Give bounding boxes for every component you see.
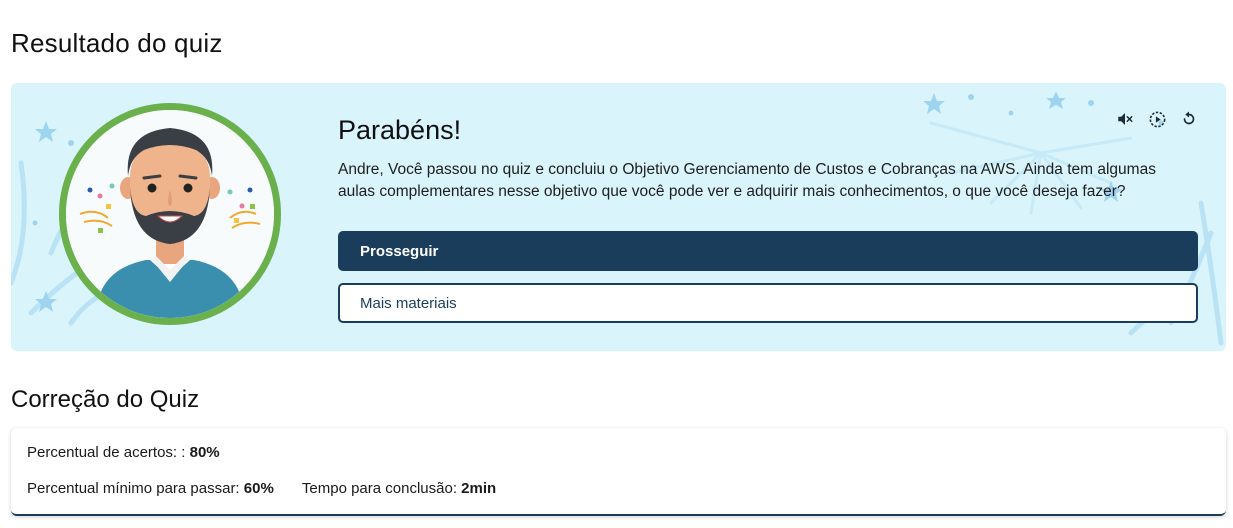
completion-time-value: 2min (461, 480, 497, 497)
congrats-title: Parabéns! (338, 115, 462, 145)
score-row: Percentual de acertos: : 80% (27, 444, 220, 461)
correction-title: Correção do Quiz (11, 386, 200, 413)
congrats-message: Andre, Você passou no quiz e concluiu o … (338, 161, 1156, 200)
replay-icon[interactable] (1179, 109, 1199, 129)
volume-mute-icon[interactable] (1115, 109, 1135, 129)
media-controls (1115, 109, 1199, 129)
min-pass-label: Percentual mínimo para passar: (27, 480, 240, 497)
completion-time-label: Tempo para conclusão: (301, 480, 457, 497)
quiz-summary-card: Percentual de acertos: : 80% Percentual … (11, 428, 1226, 516)
score-label: Percentual de acertos: : (27, 444, 186, 461)
score-value: 80% (189, 444, 220, 461)
play-circle-icon[interactable] (1147, 109, 1167, 129)
page-title: Resultado do quiz (11, 28, 223, 58)
avatar-illustration (59, 103, 281, 325)
more-materials-button[interactable]: Mais materiais (338, 283, 1198, 323)
result-card: Parabéns! Andre, Você passou no quiz e c… (11, 83, 1226, 351)
requirements-row: Percentual mínimo para passar: 60% Tempo… (27, 480, 496, 497)
proceed-button[interactable]: Prosseguir (338, 231, 1198, 271)
min-pass-value: 60% (243, 480, 274, 497)
